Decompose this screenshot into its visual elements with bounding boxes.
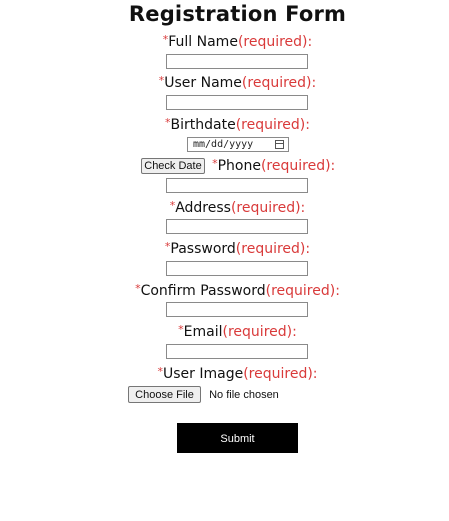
user-image-label: *User Image(required): (0, 363, 449, 383)
required-text: (required): (235, 117, 310, 133)
user-image-label-text: User Image (162, 366, 244, 382)
required-text: (required): (230, 200, 306, 216)
full-name-input[interactable] (166, 54, 308, 69)
calendar-icon[interactable] (275, 140, 284, 149)
registration-form: Registration Form *Full Name(required): … (0, 0, 449, 521)
password-label: *Password(required): (0, 238, 449, 258)
user-image-file-input: Choose File No file chosen (128, 384, 279, 403)
user-name-label: *User Name(required): (0, 72, 449, 92)
submit-button[interactable]: Submit (177, 423, 298, 453)
address-input[interactable] (166, 219, 308, 234)
required-text: (required): (235, 241, 311, 257)
required-text: (required): (265, 283, 340, 299)
phone-label-text: Phone (217, 158, 261, 174)
user-name-label-text: User Name (164, 75, 242, 91)
password-label-text: Password (170, 241, 236, 257)
required-text: (required): (241, 75, 317, 91)
address-label: *Address(required): (0, 197, 449, 217)
confirm-password-label: *Confirm Password(required): (0, 280, 449, 300)
required-text: (required): (243, 366, 318, 382)
password-input[interactable] (166, 261, 308, 276)
user-name-input[interactable] (166, 95, 308, 110)
required-text: (required): (237, 34, 313, 50)
required-text: (required): (260, 158, 336, 174)
phone-input[interactable] (166, 178, 308, 193)
email-label-text: Email (183, 324, 223, 340)
birthdate-label: *Birthdate(required): (0, 114, 449, 134)
choose-file-button[interactable]: Choose File (128, 386, 201, 403)
address-label-text: Address (175, 200, 231, 216)
check-date-button[interactable]: Check Date (141, 157, 205, 174)
birthdate-placeholder: mm/dd/yyyy (193, 139, 254, 150)
required-text: (required): (222, 324, 297, 340)
full-name-label: *Full Name(required): (0, 31, 449, 51)
phone-label: *Phone(required): (212, 157, 336, 174)
confirm-password-label-text: Confirm Password (140, 283, 266, 299)
confirm-password-input[interactable] (166, 302, 308, 317)
form-title: Registration Form (128, 2, 347, 26)
birthdate-input[interactable]: mm/dd/yyyy (187, 137, 289, 152)
file-status-text: No file chosen (209, 388, 279, 401)
email-label: *Email(required): (0, 321, 449, 341)
email-input[interactable] (166, 344, 308, 359)
full-name-label-text: Full Name (168, 34, 238, 50)
birthdate-label-text: Birthdate (170, 117, 236, 133)
phone-row: Check Date *Phone(required): (141, 155, 336, 174)
